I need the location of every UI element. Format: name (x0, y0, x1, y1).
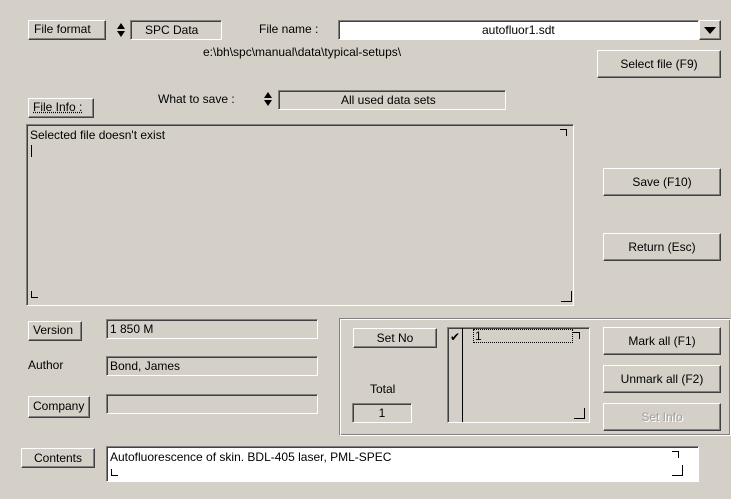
total-value: 1 (378, 406, 386, 420)
sets-list-item[interactable]: ✔ 1 (449, 329, 587, 345)
set-info-button: Set Info (603, 403, 721, 431)
file-name-field[interactable]: autofluor1.sdt (338, 20, 699, 40)
author-value: Bond, James (110, 359, 181, 373)
what-to-save-spin-icon[interactable] (264, 91, 272, 107)
file-info-label: File Info : (33, 100, 83, 114)
what-to-save-label: What to save : (158, 92, 235, 106)
resize-grip-icon[interactable] (561, 291, 572, 302)
file-info-textarea[interactable]: Selected file doesn't exist (26, 124, 574, 306)
author-label: Author (28, 358, 64, 372)
mark-all-button[interactable]: Mark all (F1) (603, 327, 721, 355)
scroll-corner-icon (560, 129, 567, 136)
file-format-select[interactable]: SPC Data (130, 20, 222, 40)
contents-value: Autofluorescence of skin. BDL-405 laser,… (110, 450, 392, 464)
checkmark-icon[interactable]: ✔ (450, 329, 460, 345)
save-button[interactable]: Save (F10) (603, 168, 721, 196)
file-format-label: File format (34, 22, 91, 36)
scroll-corner-icon (672, 451, 679, 458)
unmark-all-button[interactable]: Unmark all (F2) (603, 365, 721, 393)
scroll-corner-icon (31, 291, 38, 298)
company-field[interactable] (106, 394, 318, 414)
version-field[interactable]: 1 850 M (106, 319, 318, 339)
what-to-save-select[interactable]: All used data sets (278, 90, 506, 110)
scroll-corner-icon (573, 332, 580, 339)
resize-grip-icon[interactable] (672, 465, 683, 476)
file-info-text: Selected file doesn't exist (30, 128, 166, 142)
set-no-button[interactable]: Set No (353, 328, 437, 348)
text-cursor (31, 145, 32, 157)
return-button[interactable]: Return (Esc) (603, 233, 721, 261)
file-format-spin-icon[interactable] (117, 22, 125, 38)
contents-button[interactable]: Contents (21, 448, 95, 468)
path-text: e:\bh\spc\manual\data\typical-setups\ (203, 45, 402, 59)
chevron-down-icon (704, 27, 716, 34)
author-field[interactable]: Bond, James (106, 356, 318, 376)
total-field: 1 (352, 403, 412, 423)
scroll-corner-icon (111, 469, 118, 476)
sets-list-item-label: 1 (473, 329, 573, 343)
file-format-value: SPC Data (145, 23, 199, 37)
file-name-dropdown-button[interactable] (699, 20, 721, 40)
select-file-button[interactable]: Select file (F9) (597, 50, 721, 78)
total-label: Total (370, 382, 396, 396)
resize-grip-icon[interactable] (574, 408, 585, 419)
contents-field[interactable]: Autofluorescence of skin. BDL-405 laser,… (106, 446, 699, 482)
what-to-save-value: All used data sets (341, 93, 436, 107)
version-value: 1 850 M (110, 322, 154, 336)
file-name-value: autofluor1.sdt (482, 23, 555, 37)
version-label: Version (33, 323, 74, 337)
company-label: Company (33, 399, 85, 413)
sets-list[interactable]: ✔ 1 (447, 327, 590, 423)
file-name-label: File name : (259, 22, 319, 36)
